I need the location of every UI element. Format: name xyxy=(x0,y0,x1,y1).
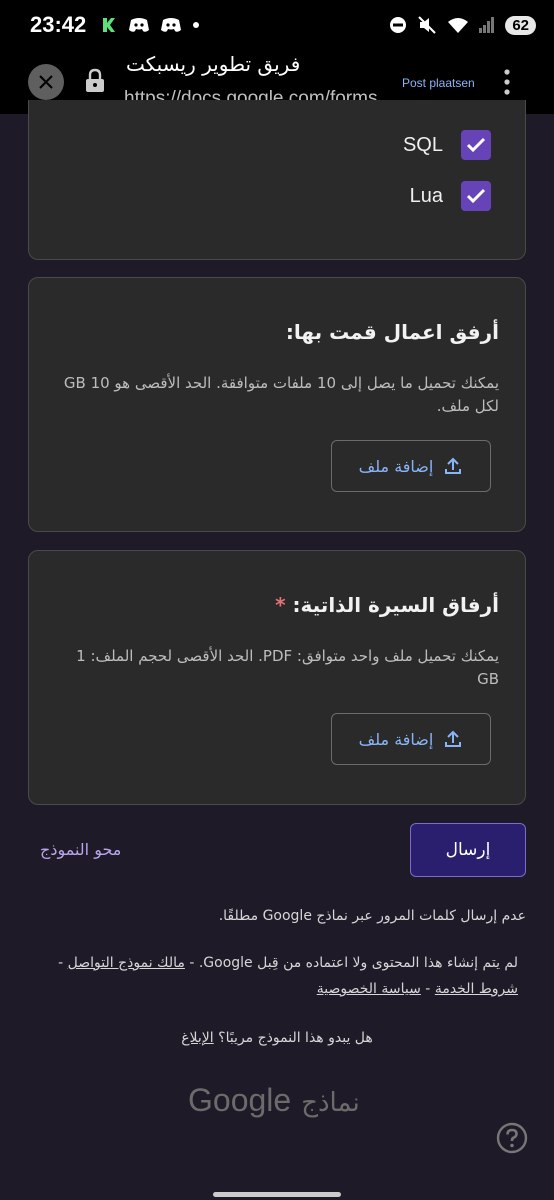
clear-form-link[interactable]: محو النموذج xyxy=(40,840,121,859)
question-title: أرفاق السيرة الذاتية: * xyxy=(275,593,499,617)
add-file-button[interactable]: إضافة ملف xyxy=(331,440,491,492)
cv-upload-card: أرفاق السيرة الذاتية: * يمكنك تحميل ملف … xyxy=(28,550,526,805)
wifi-icon xyxy=(448,18,469,33)
discord-icon xyxy=(129,18,150,32)
password-warning: عدم إرسال كلمات المرور عبر نماذج Google … xyxy=(218,908,526,924)
checkmark-icon xyxy=(466,188,486,204)
more-options-icon[interactable] xyxy=(502,68,512,96)
question-title: أرفق اعمال قمت بها: xyxy=(285,320,499,344)
dot-icon xyxy=(193,22,200,28)
add-file-button[interactable]: إضافة ملف xyxy=(331,713,491,765)
status-time: 23:42 xyxy=(30,12,87,37)
contact-owner-link[interactable]: مالك نموذج التواصل xyxy=(68,955,185,971)
google-forms-logo: Google نماذج xyxy=(188,1082,360,1119)
close-tab-button[interactable] xyxy=(28,64,64,100)
suspicious-text: هل يبدو هذا النموذج مريبًا؟ xyxy=(218,1030,373,1046)
kickstarter-icon xyxy=(103,18,116,32)
upload-icon xyxy=(445,457,462,474)
terms-link[interactable]: شروط الخدمة xyxy=(435,981,518,997)
checkmark-icon xyxy=(466,137,486,153)
notification-icons xyxy=(100,16,200,34)
upload-icon xyxy=(445,730,462,747)
checkbox-label: SQL xyxy=(402,133,443,156)
checkbox-checked[interactable] xyxy=(461,181,491,211)
forms-wordmark: نماذج xyxy=(301,1088,360,1118)
separator: - xyxy=(420,981,431,997)
add-file-label: إضافة ملف xyxy=(358,456,434,476)
separator: - xyxy=(58,955,64,971)
status-bar: 23:42 62 xyxy=(0,0,554,50)
dnd-icon xyxy=(390,17,407,33)
checkbox-option-lua[interactable]: Lua xyxy=(410,181,491,211)
works-upload-card: أرفق اعمال قمت بها: يمكنك تحميل ما يصل إ… xyxy=(28,277,526,532)
checkbox-label: Lua xyxy=(409,184,443,207)
disclaimer-text: لم يتم إنشاء هذا المحتوى ولا اعتماده من … xyxy=(189,955,518,971)
google-wordmark: Google xyxy=(188,1082,292,1118)
close-icon xyxy=(39,75,53,89)
required-marker: * xyxy=(275,593,286,617)
submit-button[interactable]: إرسال xyxy=(410,823,526,877)
question-description: يمكنك تحميل ملف واحد متوافق: PDF. الحد ا… xyxy=(76,647,499,688)
question-description: يمكنك تحميل ما يصل إلى 10 ملفات متوافقة.… xyxy=(63,374,499,415)
report-link[interactable]: الإبلاغ xyxy=(181,1030,213,1046)
checkbox-checked[interactable] xyxy=(461,130,491,160)
lock-icon[interactable] xyxy=(84,68,106,94)
mute-icon xyxy=(418,16,437,34)
privacy-link[interactable]: سياسة الخصوصية xyxy=(317,981,421,997)
discord-icon xyxy=(161,18,182,32)
battery-level: 62 xyxy=(505,15,536,35)
post-button[interactable]: Post plaatsen xyxy=(402,76,475,90)
languages-question-card: SQL Lua xyxy=(28,100,526,260)
gesture-nav-handle[interactable] xyxy=(213,1192,341,1197)
add-file-label: إضافة ملف xyxy=(358,729,434,749)
signal-icon xyxy=(479,17,495,33)
question-title-text: أرفاق السيرة الذاتية: xyxy=(292,593,499,617)
disclaimer: لم يتم إنشاء هذا المحتوى ولا اعتماده من … xyxy=(28,950,526,1002)
checkbox-option-sql[interactable]: SQL xyxy=(403,130,491,160)
help-icon[interactable] xyxy=(496,1122,528,1154)
report-line: هل يبدو هذا النموذج مريبًا؟ الإبلاغ xyxy=(28,1025,526,1051)
page-title: فريق تطوير ريسبكت xyxy=(126,52,301,76)
